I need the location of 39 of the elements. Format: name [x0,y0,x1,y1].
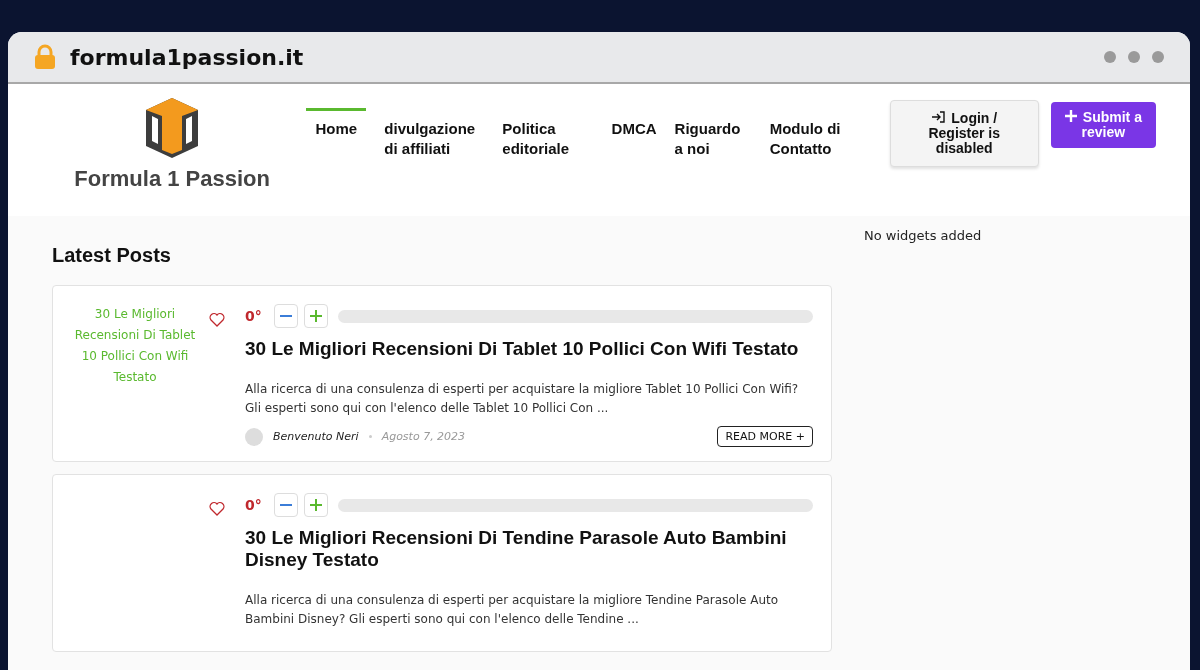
read-more-button[interactable]: READ MORE + [717,426,813,447]
heart-icon[interactable] [209,501,225,516]
plus-icon [309,499,322,511]
window-dot[interactable] [1152,51,1164,63]
image-alt-text: 30 Le Migliori Recensioni Di Tablet 10 Pollici Con Wifi Testato [73,306,197,386]
logo-text[interactable]: Formula 1 Passion [74,166,270,192]
section-title: Latest Posts [52,244,172,267]
nav-link[interactable]: Riguardo a noi [674,108,752,162]
minus-icon [279,315,292,317]
heart-icon[interactable] [209,312,225,327]
minus-button[interactable] [273,493,298,517]
nav-link[interactable]: Home [306,108,367,162]
post-excerpt: Alla ricerca di una consulenza di esperti per acquistare la migliore Tablet 10 Pollici Con Wifi? Gli esperti sono qui con l'elenco delle Tablet 10 Pollici Con ... [245,381,800,417]
avatar [245,427,263,446]
url-text[interactable]: formula1passion.it [70,44,304,70]
minus-icon [279,504,292,506]
nav-link[interactable]: divulgazione di affiliati [384,108,485,162]
plus-icon [1064,110,1077,122]
post-title[interactable]: 30 Le Migliori Recensioni Di Tablet 10 Pollici Con Wifi Testato [245,338,813,360]
plus-button[interactable] [303,304,328,328]
nav-link[interactable]: Modulo di Contatto [769,108,870,162]
lock-icon [34,44,56,70]
nav-link[interactable]: DMCA [611,108,657,162]
plus-button[interactable] [303,493,328,517]
post-title[interactable]: 30 Le Migliori Recensioni Di Tendine Parasole Auto Bambini Disney Testato [245,527,813,571]
login-button[interactable]: Login / Register is disabled [889,100,1039,167]
score-text: 0° [245,308,262,324]
minus-button[interactable] [273,304,298,328]
post-date: Agosto 7, 2023 [381,430,466,443]
score-text: 0° [245,497,262,513]
submit-review-button[interactable]: Submit a review [1050,102,1156,148]
nav-link[interactable]: Politica editoriale [502,108,594,162]
author-name[interactable]: Benvenuto Neri [273,430,359,443]
login-icon [931,111,946,123]
window-dot[interactable] [1128,51,1140,63]
plus-icon [309,310,322,322]
sidebar-text: No widgets added [864,228,982,244]
window-dot[interactable] [1104,51,1116,63]
post-excerpt: Alla ricerca di una consulenza di esperti per acquistare la migliore Tendine Parasole Auto Bambini Disney? Gli esperti sono qui con l'elenco delle Tendine ... [245,592,780,628]
